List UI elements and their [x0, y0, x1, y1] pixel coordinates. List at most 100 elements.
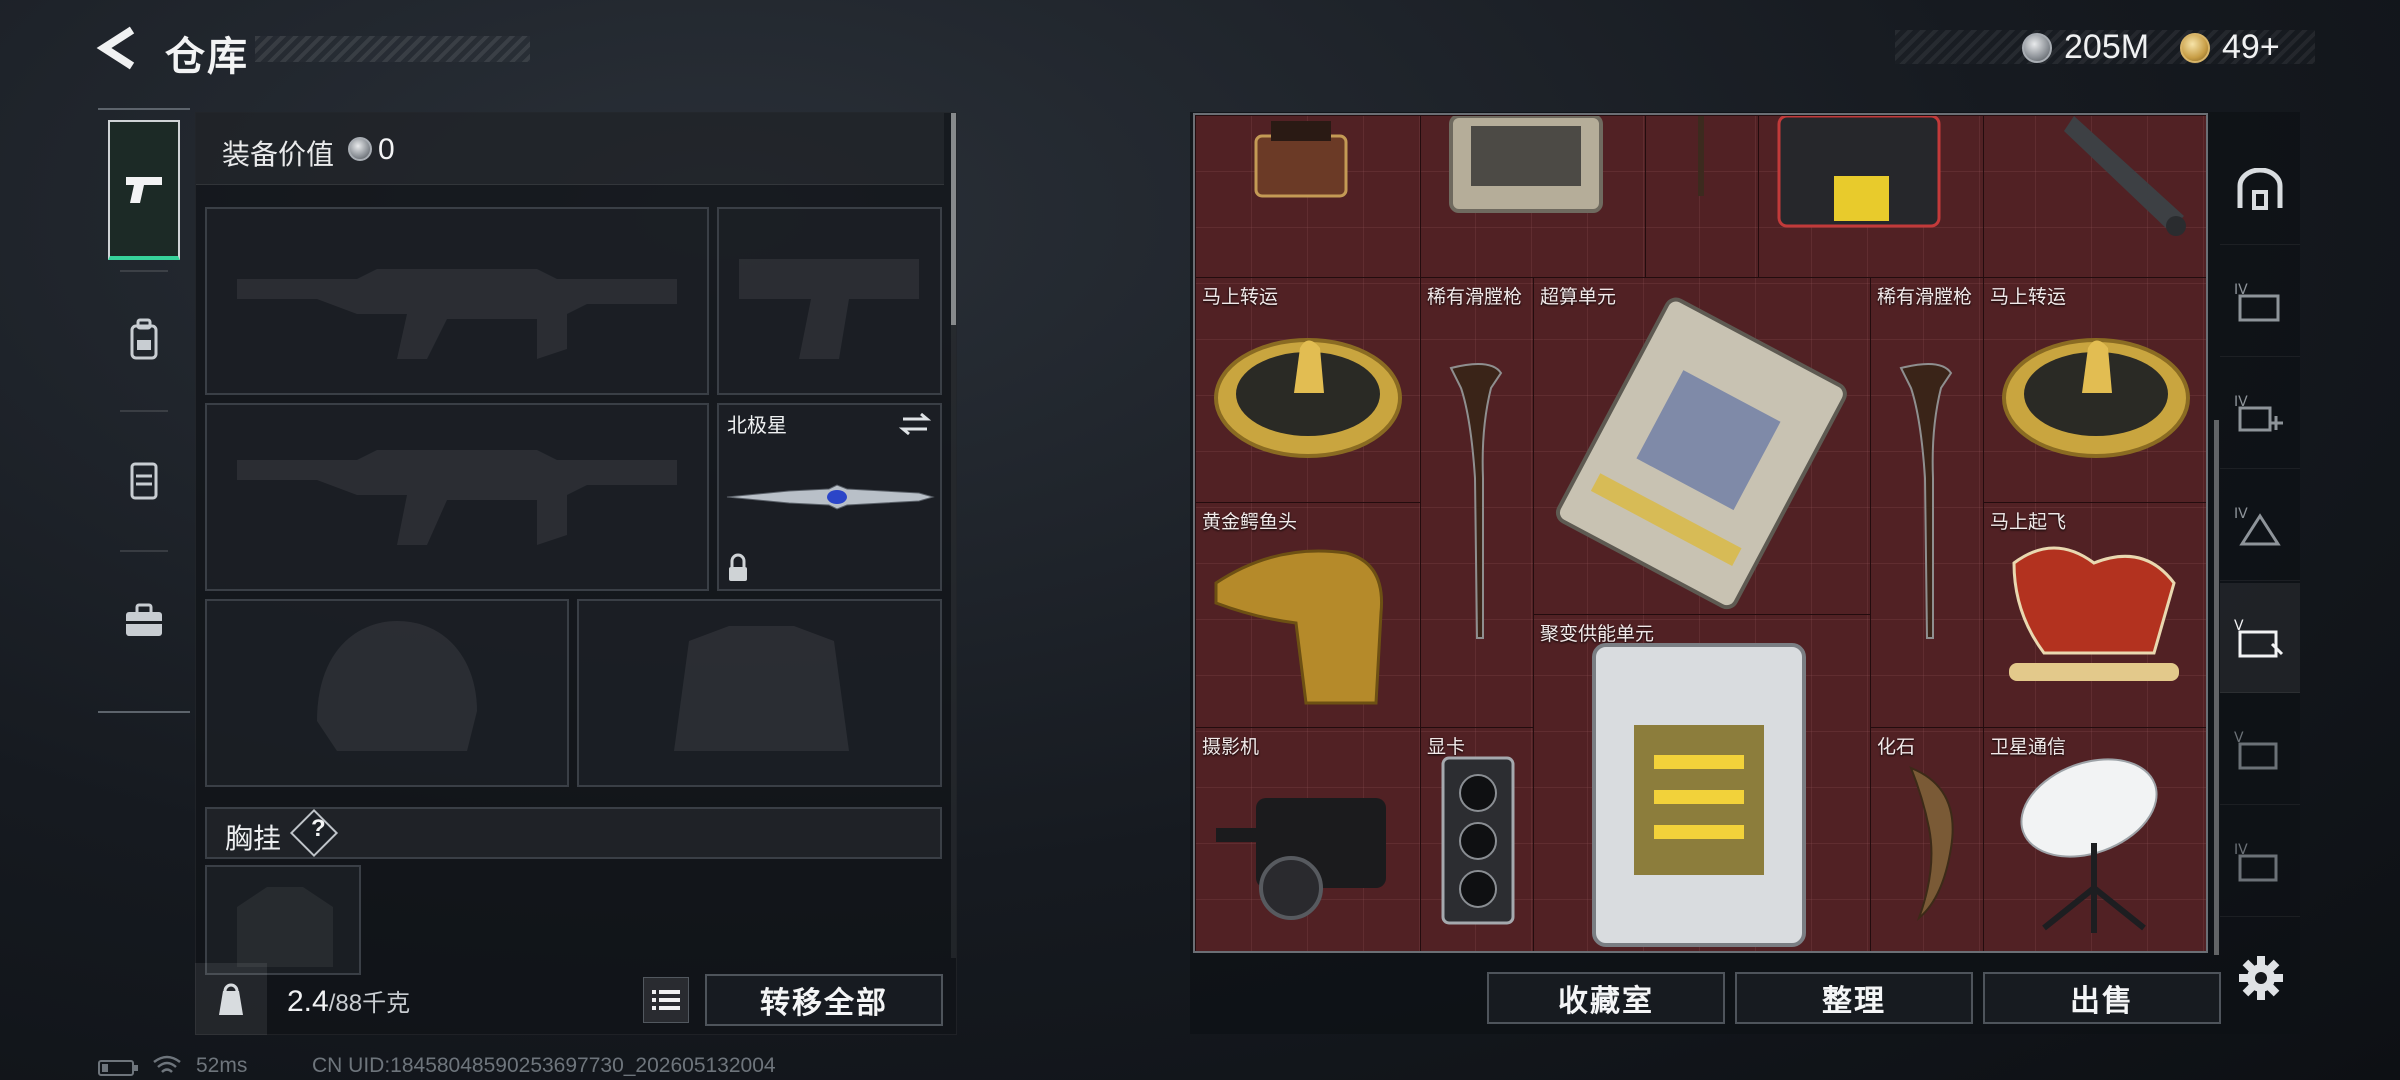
stash-item-fusion-cell[interactable]: 聚变供能单元	[1533, 614, 1870, 951]
stash-item-gpu[interactable]: 显卡	[1420, 727, 1533, 951]
sell-button[interactable]: 出售	[1983, 972, 2221, 1024]
side-tab-vault[interactable]	[2220, 135, 2300, 245]
weight-icon	[219, 983, 243, 1015]
tab-armor[interactable]	[108, 410, 180, 550]
stash-item-radio-box[interactable]	[1758, 115, 1983, 277]
title-decoration	[255, 36, 530, 62]
chest-rig-slot[interactable]	[205, 865, 361, 975]
transfer-all-button[interactable]: 转移全部	[705, 974, 943, 1026]
stash-item-gold-disc-2[interactable]: 马上转运	[1983, 277, 2206, 502]
uid-text: CN UID:1845804859025369​7730_20260513200…	[312, 1054, 776, 1077]
tab-backpack[interactable]	[108, 270, 180, 410]
battery-icon	[98, 1060, 138, 1076]
side-tab-card-iv[interactable]: IV	[2220, 807, 2300, 917]
folder-iv-icon: IV	[2234, 282, 2280, 321]
vest-silhouette-icon	[674, 626, 849, 751]
stash-item-missile[interactable]	[1983, 115, 2206, 277]
stash-item-red-horse[interactable]: 马上起飞	[1983, 502, 2206, 727]
equipment-scroll-thumb[interactable]	[951, 113, 956, 325]
tab-toolbox[interactable]	[108, 550, 180, 690]
helmet-slot[interactable]	[205, 599, 569, 787]
primary-weapon-slot-2[interactable]	[205, 403, 709, 591]
gramophone-icon	[1254, 121, 1348, 198]
weight-indicator	[195, 963, 267, 1035]
armor-vest-icon	[130, 462, 158, 500]
knife-item-icon	[726, 412, 935, 581]
musket-icon	[1899, 363, 1953, 639]
tab-weapons[interactable]	[108, 120, 180, 260]
category-tabs	[98, 108, 190, 713]
stash-item-croc-head[interactable]: 黄金鳄鱼头	[1195, 502, 1420, 727]
fusion-cell-icon	[1592, 643, 1806, 947]
red-horse-icon	[2009, 546, 2179, 681]
list-icon	[652, 990, 680, 1010]
add-iv-icon: IV	[2234, 394, 2283, 431]
side-tab-folder-iv[interactable]: IV	[2220, 247, 2300, 357]
missile-icon	[2064, 116, 2186, 236]
sell-tag-icon: V	[2234, 618, 2284, 657]
rifle-silhouette-icon	[237, 450, 677, 545]
vault-icon	[2237, 167, 2283, 210]
satellite-dish-icon	[2020, 758, 2158, 933]
stash-item-device-case[interactable]	[1420, 115, 1645, 277]
camera-icon	[1216, 798, 1386, 920]
carry-weight-max: /88千克	[328, 990, 411, 1017]
page-title: 仓库	[165, 35, 249, 79]
compute-board-icon	[1555, 297, 1847, 610]
silver-coin-icon	[348, 137, 372, 161]
stash-side-tabs: IV IV IV V V IV	[2220, 135, 2300, 965]
back-button[interactable]	[96, 26, 148, 70]
gold-disc-icon	[1214, 338, 1402, 458]
help-mark: ?	[311, 815, 326, 842]
ping-text: 52ms	[196, 1054, 248, 1077]
stash-item-musket-1[interactable]: 稀有滑膛枪	[1420, 277, 1533, 727]
side-tab-sell[interactable]: V	[2220, 583, 2300, 693]
stash-item-gramophone[interactable]	[1195, 115, 1420, 277]
card-iv-icon: IV	[2234, 842, 2278, 881]
rifle-icon	[1698, 116, 1704, 196]
triangle-iv-icon: IV	[2234, 506, 2281, 545]
device-case-icon	[1449, 116, 1603, 213]
sell-tag-v-icon: V	[2234, 730, 2278, 769]
equipment-value: 0	[378, 133, 395, 166]
svg-text:IV: IV	[2234, 506, 2248, 522]
stash-item-gold-disc-1[interactable]: 马上转运	[1195, 277, 1420, 502]
backpack-icon	[130, 318, 158, 360]
side-tab-triangle-iv[interactable]: IV	[2220, 471, 2300, 581]
gold-coin-icon	[2180, 33, 2210, 63]
back-arrow-icon	[96, 26, 135, 70]
stash-scrollbar[interactable]	[2214, 420, 2219, 955]
carry-weight-current: 2.4	[287, 985, 329, 1018]
side-tab-add-iv[interactable]: IV	[2220, 359, 2300, 469]
equipment-panel: 装备价值 0 北极星 胸挂 ?	[195, 112, 957, 1035]
pistol-icon	[126, 177, 162, 203]
silver-coin-icon	[2022, 33, 2052, 63]
radio-box-icon	[1777, 116, 1941, 228]
gear-icon	[2239, 956, 2283, 1000]
equipment-footer: 2.4/88千克 转移全部	[195, 963, 957, 1035]
primary-weapon-slot-1[interactable]	[205, 207, 709, 395]
toolbox-icon	[126, 603, 162, 636]
stash-item-fossil[interactable]: 化石	[1870, 727, 1983, 951]
sidearm-slot[interactable]	[717, 207, 942, 395]
stash-item-compute-board[interactable]: 超算单元	[1533, 277, 1870, 614]
stash-item-camera[interactable]: 摄影机	[1195, 727, 1420, 951]
melee-slot[interactable]: 北极星	[717, 403, 942, 591]
stash-item-satellite-dish[interactable]: 卫星通信	[1983, 727, 2206, 951]
rifle-silhouette-icon	[237, 269, 677, 359]
wifi-icon	[153, 1055, 181, 1073]
gpu-icon	[1441, 756, 1515, 925]
stash-item-rifle-end[interactable]	[1645, 115, 1758, 277]
sort-button[interactable]: 整理	[1735, 972, 1973, 1024]
lock-icon	[729, 553, 747, 581]
gold-disc-icon	[2002, 338, 2190, 458]
body-armor-slot[interactable]	[577, 599, 942, 787]
musket-icon	[1449, 363, 1503, 639]
stash-item-musket-2[interactable]: 稀有滑膛枪	[1870, 277, 1983, 727]
collection-room-button[interactable]: 收藏室	[1487, 972, 1725, 1024]
side-tab-sell-v[interactable]: V	[2220, 695, 2300, 805]
list-view-button[interactable]	[643, 977, 689, 1023]
gold-currency-amount[interactable]: 49+	[2222, 28, 2280, 67]
settings-button[interactable]	[2238, 955, 2284, 1001]
silver-currency-amount: 205M	[2064, 28, 2150, 66]
